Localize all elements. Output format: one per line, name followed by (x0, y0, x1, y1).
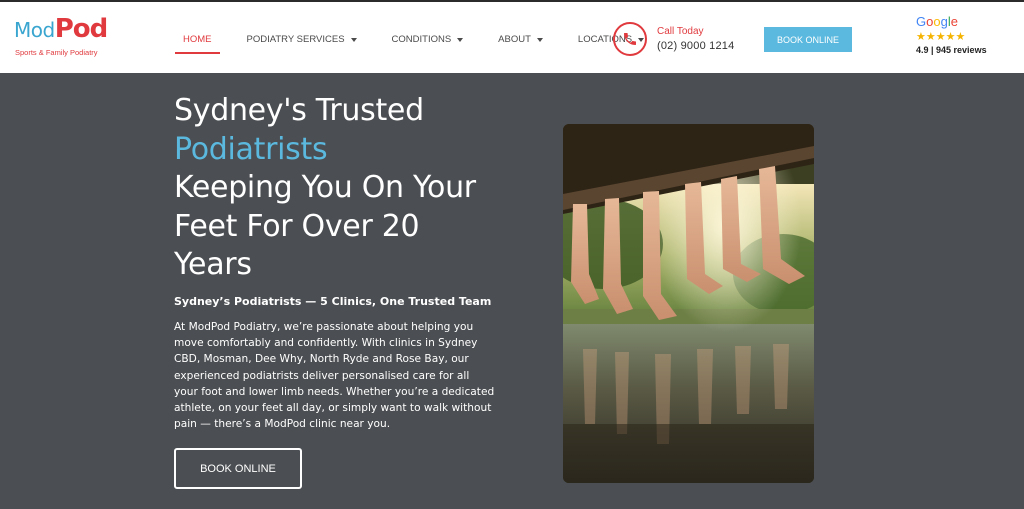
hero-body-text: At ModPod Podiatry, we’re passionate abo… (174, 319, 519, 432)
body-line: At ModPod Podiatry, we’re passionate abo… (174, 321, 474, 333)
nav-conditions[interactable]: CONDITIONS (384, 30, 472, 50)
logo-tagline: Sports & Family Podiatry (15, 48, 98, 57)
phone-glyph (624, 33, 636, 45)
body-line: experienced podiatrists deliver personal… (174, 369, 470, 382)
hero-subheading: Sydney’s Podiatrists — 5 Clinics, One Tr… (174, 295, 492, 308)
nav-home-label: HOME (183, 34, 212, 45)
nav-home[interactable]: HOME (175, 30, 220, 54)
google-letter: g (940, 14, 948, 29)
hero-title-line: Years (174, 247, 252, 282)
hero-photo (563, 124, 814, 483)
hero-book-online-button[interactable]: BOOK ONLINE (174, 448, 302, 489)
nav-about-label: ABOUT (498, 34, 531, 45)
chevron-down-icon (350, 38, 357, 42)
nav-podiatry-services[interactable]: PODIATRY SERVICES (239, 30, 365, 50)
reviews-summary[interactable]: 4.9 | 945 reviews (916, 45, 987, 55)
body-line: move comfortably and confidently. With c… (174, 337, 478, 350)
logo-wordmark: ModPod (14, 14, 109, 44)
nav-about[interactable]: ABOUT (490, 30, 551, 50)
hero-title: Sydney's Trusted Podiatrists Keeping You… (174, 92, 554, 285)
nav-conditions-label: CONDITIONS (391, 34, 452, 45)
rating-stars: ★★★★★ (916, 30, 966, 43)
chevron-down-icon (536, 38, 543, 42)
header-book-online-button[interactable]: BOOK ONLINE (764, 27, 852, 52)
phone-number[interactable]: (02) 9000 1214 (657, 40, 734, 52)
phone-icon[interactable] (613, 22, 647, 56)
modpod-logo[interactable]: ModPod Sports & Family Podiatry (14, 16, 114, 60)
body-line: pain — there’s a ModPod clinic near you. (174, 418, 391, 431)
feet-over-water-image (563, 124, 814, 483)
site-header: ModPod Sports & Family Podiatry HOME POD… (0, 0, 1024, 73)
body-line: CBD, Mosman, Dee Why, North Ryde and Ros… (174, 353, 469, 366)
google-letter: G (916, 14, 927, 29)
google-letter: e (950, 14, 958, 29)
nav-podiatry-services-label: PODIATRY SERVICES (246, 34, 345, 45)
hero-title-line: Feet For Over 20 (174, 208, 420, 244)
hero-title-line: Sydney's Trusted (174, 93, 424, 128)
call-today-label: Call Today (657, 26, 704, 37)
google-letter: o (933, 14, 941, 29)
body-line: your foot and lower limb needs. Whether … (174, 385, 495, 398)
body-line: athlete, on your feet all day, or simply… (174, 402, 492, 415)
hero-title-line: Keeping You On Your (174, 170, 476, 205)
logo-mod: Mod (14, 18, 55, 42)
google-logo: Google (916, 14, 958, 29)
hero-title-accent: Podiatrists (174, 131, 328, 167)
logo-pod: Pod (54, 14, 109, 44)
chevron-down-icon (457, 38, 464, 42)
main-nav: HOME PODIATRY SERVICES CONDITIONS ABOUT … (175, 30, 671, 54)
